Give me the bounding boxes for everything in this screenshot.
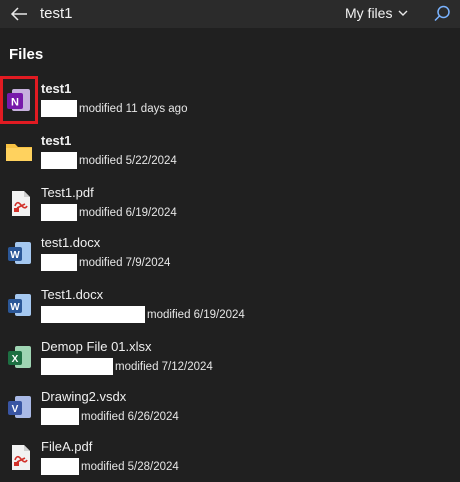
file-meta: modified 5/22/2024 bbox=[41, 152, 177, 169]
file-name: FileA.pdf bbox=[41, 439, 93, 454]
modified-date: modified 7/9/2024 bbox=[79, 256, 171, 269]
file-name: Test1.docx bbox=[41, 287, 104, 302]
file-name: test1 bbox=[41, 81, 72, 96]
file-item[interactable]: X Demop File 01.xlsx modified 7/12/2024 bbox=[0, 332, 460, 382]
scope-dropdown[interactable]: My files bbox=[345, 5, 408, 21]
file-item[interactable]: test1 modified 5/22/2024 bbox=[0, 126, 460, 176]
redacted-owner bbox=[41, 408, 79, 425]
excel-icon: X bbox=[3, 340, 37, 374]
pdf-icon bbox=[3, 440, 37, 474]
redacted-owner bbox=[41, 306, 145, 323]
highlight-box bbox=[0, 76, 38, 124]
redacted-owner bbox=[41, 152, 77, 169]
svg-text:W: W bbox=[10, 250, 20, 261]
file-meta: modified 6/26/2024 bbox=[41, 408, 179, 425]
file-item[interactable]: W Test1.docx modified 6/19/2024 bbox=[0, 280, 460, 330]
folder-icon bbox=[3, 134, 37, 168]
modified-date: modified 6/19/2024 bbox=[79, 206, 177, 219]
redacted-owner bbox=[41, 254, 77, 271]
file-name: Drawing2.vsdx bbox=[41, 389, 127, 404]
file-name: test1 bbox=[41, 133, 72, 148]
modified-date: modified 5/28/2024 bbox=[81, 460, 179, 473]
file-item[interactable]: Test1.pdf modified 6/19/2024 bbox=[0, 178, 460, 228]
search-query[interactable]: test1 bbox=[40, 5, 73, 22]
modified-date: modified 11 days ago bbox=[79, 102, 188, 115]
visio-icon: V bbox=[3, 390, 37, 424]
search-bar: test1 My files bbox=[0, 0, 460, 28]
redacted-owner bbox=[41, 100, 77, 117]
file-meta: modified 11 days ago bbox=[41, 100, 187, 117]
svg-text:W: W bbox=[10, 302, 20, 313]
section-title: Files bbox=[9, 46, 44, 63]
word-icon: W bbox=[3, 236, 37, 270]
svg-text:V: V bbox=[12, 404, 19, 415]
redacted-owner bbox=[41, 358, 113, 375]
file-meta: modified 6/19/2024 bbox=[41, 306, 245, 323]
search-icon bbox=[434, 5, 450, 22]
redacted-owner bbox=[41, 458, 79, 475]
file-meta: modified 6/19/2024 bbox=[41, 204, 177, 221]
modified-date: modified 5/22/2024 bbox=[79, 154, 177, 167]
file-item[interactable]: FileA.pdf modified 5/28/2024 bbox=[0, 432, 460, 482]
redacted-owner bbox=[41, 204, 77, 221]
back-button[interactable] bbox=[8, 4, 30, 24]
modified-date: modified 7/12/2024 bbox=[115, 360, 213, 373]
scope-label: My files bbox=[345, 5, 393, 21]
search-button[interactable] bbox=[432, 4, 452, 24]
word-icon: W bbox=[3, 288, 37, 322]
file-name: Demop File 01.xlsx bbox=[41, 339, 152, 354]
modified-date: modified 6/19/2024 bbox=[147, 308, 245, 321]
file-meta: modified 7/9/2024 bbox=[41, 254, 170, 271]
svg-text:X: X bbox=[12, 354, 19, 365]
file-item[interactable]: V Drawing2.vsdx modified 6/26/2024 bbox=[0, 382, 460, 432]
file-meta: modified 5/28/2024 bbox=[41, 458, 179, 475]
chevron-down-icon bbox=[398, 10, 408, 16]
file-item[interactable]: W test1.docx modified 7/9/2024 bbox=[0, 228, 460, 278]
arrow-left-icon bbox=[10, 7, 27, 21]
file-name: test1.docx bbox=[41, 235, 101, 250]
file-meta: modified 7/12/2024 bbox=[41, 358, 213, 375]
file-item[interactable]: N test1 modified 11 days ago bbox=[0, 74, 460, 124]
modified-date: modified 6/26/2024 bbox=[81, 410, 179, 423]
file-name: Test1.pdf bbox=[41, 185, 94, 200]
pdf-icon bbox=[3, 186, 37, 220]
